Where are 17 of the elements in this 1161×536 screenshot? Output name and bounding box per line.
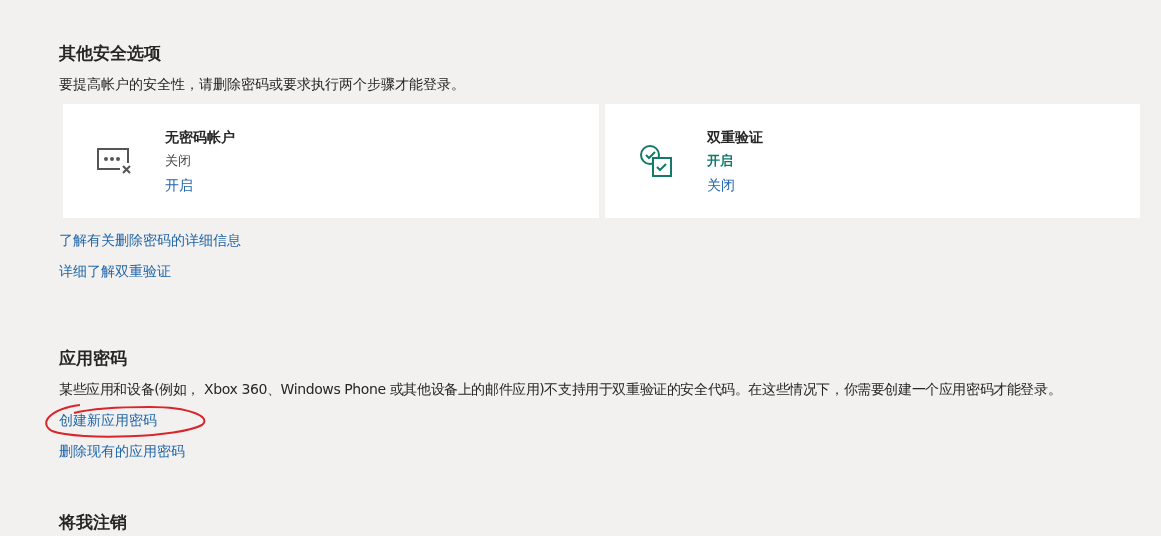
section-description: 某些应用和设备(例如， Xbox 360、Windows Phone 或其他设备上的邮件应用)不支持用于双重验证的安全代码。在这些情况下，你需要创建一个应用密码才能登录。 bbox=[59, 380, 1062, 399]
section-title: 其他安全选项 bbox=[59, 42, 161, 65]
app-password-link[interactable]: 创建新应用密码 bbox=[59, 412, 157, 428]
option-status: 开启 bbox=[706, 152, 733, 170]
password-removed-icon bbox=[96, 147, 132, 175]
section-description: 要提高帐户的安全性，请删除密码或要求执行两个步骤才能登录。 bbox=[59, 75, 465, 94]
double-check-icon bbox=[638, 144, 673, 178]
option-title: 双重验证 bbox=[706, 128, 763, 147]
info-link[interactable]: 了解有关删除密码的详细信息 bbox=[59, 230, 241, 250]
option-title: 无密码帐户 bbox=[165, 128, 235, 147]
app-password-link[interactable]: 删除现有的应用密码 bbox=[59, 443, 185, 459]
info-link[interactable]: 详细了解双重验证 bbox=[59, 261, 171, 281]
section-title: 应用密码 bbox=[59, 347, 127, 370]
option-status: 关闭 bbox=[165, 152, 191, 170]
section-title: 将我注销 bbox=[59, 511, 127, 534]
option-toggle-link[interactable]: 关闭 bbox=[706, 175, 735, 195]
option-toggle-link[interactable]: 开启 bbox=[165, 175, 193, 195]
